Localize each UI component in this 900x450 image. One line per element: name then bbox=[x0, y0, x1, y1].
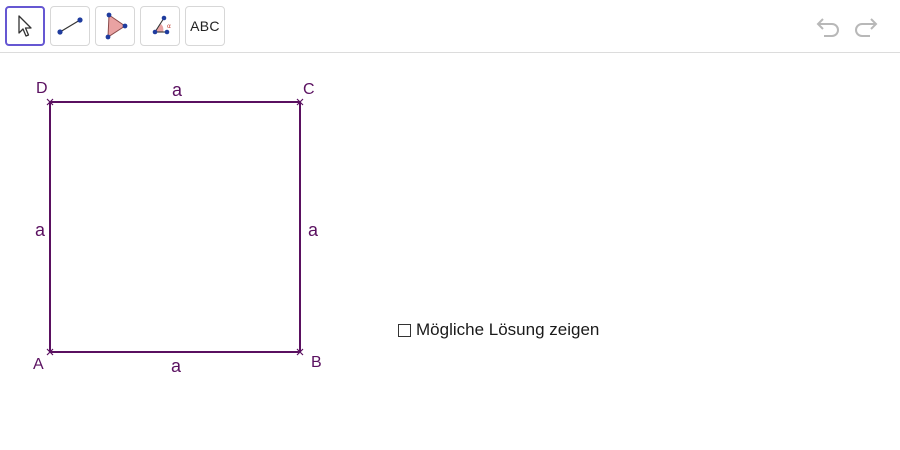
side-da-length-label: a bbox=[35, 220, 46, 240]
undo-button[interactable] bbox=[813, 12, 845, 40]
move-tool-button[interactable] bbox=[5, 6, 45, 46]
side-cd-length-label: a bbox=[172, 80, 183, 100]
text-tool-button[interactable]: ABC bbox=[185, 6, 225, 46]
polygon-tool-button[interactable] bbox=[95, 6, 135, 46]
side-bc-length-label: a bbox=[308, 220, 319, 240]
show-solution-checkbox[interactable]: Mögliche Lösung zeigen bbox=[398, 320, 599, 340]
checkbox-box[interactable] bbox=[398, 323, 411, 337]
side-ab-length-label: a bbox=[171, 356, 182, 376]
segment-tool-button[interactable] bbox=[50, 6, 90, 46]
undo-icon bbox=[816, 18, 839, 37]
polygon-icon bbox=[105, 12, 128, 40]
redo-button[interactable] bbox=[849, 12, 881, 40]
point-d-label: D bbox=[36, 80, 48, 97]
angle-icon: α bbox=[152, 15, 171, 35]
angle-tool-button[interactable]: α bbox=[140, 6, 180, 46]
point-a-label: A bbox=[33, 356, 44, 373]
point-b-label: B bbox=[311, 354, 322, 371]
point-c-label: C bbox=[303, 81, 315, 98]
segment-icon bbox=[57, 17, 83, 35]
vertex-markers bbox=[46, 98, 304, 356]
toolbar: α ABC bbox=[0, 0, 900, 53]
redo-icon bbox=[855, 18, 878, 37]
show-solution-label: Mögliche Lösung zeigen bbox=[416, 320, 600, 339]
arrow-pointer-icon bbox=[18, 15, 32, 37]
graphics-view[interactable]: A B C D a a a a bbox=[0, 54, 900, 450]
construction-drawing: A B C D a a a a bbox=[33, 80, 322, 376]
text-tool-label: ABC bbox=[190, 18, 220, 34]
svg-text:α: α bbox=[167, 23, 171, 30]
